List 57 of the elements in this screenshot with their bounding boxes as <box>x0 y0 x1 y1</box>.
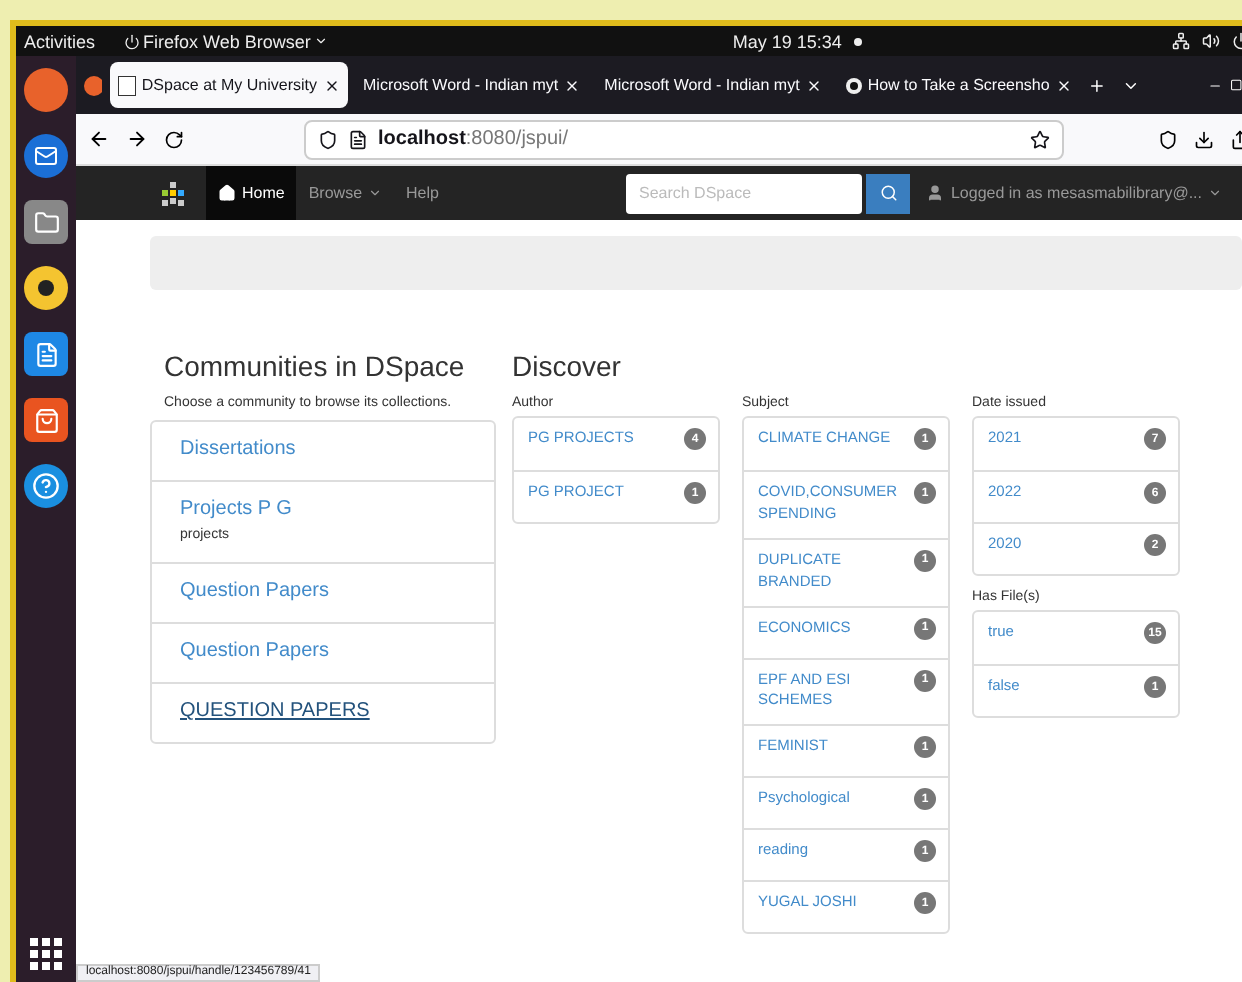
mail-icon[interactable] <box>24 134 68 178</box>
user-menu[interactable]: Logged in as mesasmabilibrary@... <box>926 184 1222 202</box>
search-button[interactable] <box>866 173 911 213</box>
community-link[interactable]: Dissertations <box>180 438 466 460</box>
close-icon <box>564 77 581 93</box>
document-icon[interactable] <box>24 332 68 376</box>
community-link[interactable]: Question Papers <box>180 640 466 662</box>
nav-link[interactable]: Home <box>206 166 297 220</box>
shopping-bag-icon[interactable] <box>24 398 68 442</box>
circle-icon <box>845 77 862 93</box>
app-menu[interactable]: Firefox Web Browser <box>123 31 329 51</box>
search-icon <box>879 184 898 202</box>
browser-tab[interactable]: How to Take a Screensho <box>837 62 1080 108</box>
caret-icon <box>368 186 383 200</box>
speaker-icon[interactable] <box>24 266 68 310</box>
browser-tab[interactable]: Microsoft Word - Indian myt <box>355 62 589 108</box>
community-link[interactable]: QUESTION PAPERS <box>180 700 466 722</box>
volume-icon[interactable] <box>1202 32 1220 50</box>
nav-link[interactable]: Help <box>394 166 451 220</box>
user-icon <box>926 184 945 202</box>
star-icon <box>1030 129 1050 149</box>
power-icon <box>123 33 140 49</box>
close-icon <box>1055 77 1072 93</box>
activities-button[interactable]: Activities <box>24 31 96 51</box>
back-icon[interactable] <box>88 128 110 150</box>
caret-icon <box>1208 186 1222 200</box>
page-icon <box>348 129 368 149</box>
network-icon[interactable] <box>1172 32 1190 50</box>
pocket-icon[interactable] <box>1158 129 1178 149</box>
browser-tab[interactable]: DSpace at My University <box>109 62 347 108</box>
close-icon <box>323 77 339 93</box>
browser-icon[interactable] <box>84 75 102 95</box>
maximize-icon[interactable] <box>1229 78 1242 92</box>
browser-tab[interactable]: Microsoft Word - Indian myt <box>596 62 830 108</box>
new-tab-icon[interactable] <box>1087 75 1106 95</box>
nav-link[interactable]: Browse <box>296 166 395 220</box>
community-link[interactable]: Projects P G <box>180 498 466 520</box>
caret-icon <box>314 34 329 48</box>
section-heading: Communities in DSpace <box>164 350 467 382</box>
download-icon[interactable] <box>1194 129 1214 149</box>
reload-icon[interactable] <box>164 129 184 149</box>
community-link[interactable]: Question Papers <box>180 580 466 602</box>
home-icon <box>218 184 236 202</box>
shield-icon <box>318 129 338 149</box>
logo-icon[interactable] <box>158 179 186 207</box>
clock[interactable]: May 19 15:34 <box>732 31 842 51</box>
document-icon <box>117 75 136 95</box>
search-field[interactable]: Search DSpace <box>626 173 863 213</box>
status-dot-icon <box>853 37 862 45</box>
apps-grid-icon[interactable] <box>30 938 62 970</box>
address-field[interactable]: localhost:8080/jspui/ <box>304 119 1064 159</box>
section-heading: Discover <box>512 350 623 382</box>
browser-icon[interactable] <box>24 68 68 112</box>
folder-icon[interactable] <box>24 200 68 244</box>
forward-icon[interactable] <box>126 128 148 150</box>
close-icon <box>805 77 822 93</box>
help-icon[interactable] <box>24 464 68 508</box>
